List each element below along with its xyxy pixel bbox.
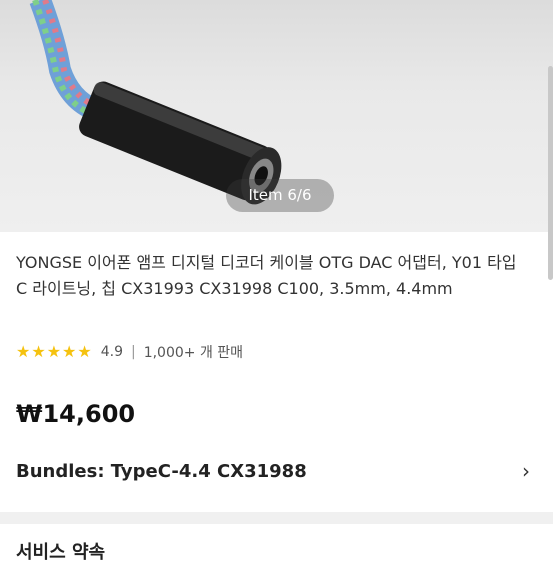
scrollbar[interactable]: [548, 66, 553, 280]
bundles-selector[interactable]: Bundles: TypeC-4.4 CX31988 ›: [16, 456, 536, 486]
image-counter-badge: Item 6/6: [226, 179, 334, 212]
chevron-right-icon: ›: [522, 459, 530, 483]
star-icon: ★: [46, 342, 62, 361]
rating-value: 4.9: [100, 344, 123, 360]
price: ₩14,600: [16, 400, 136, 428]
product-title: YONGSE 이어폰 앰프 디지털 디코더 케이블 OTG DAC 어댑터, Y…: [16, 253, 517, 298]
star-icon: ★: [31, 342, 46, 361]
rating-stars: ★ ★ ★ ★ ★: [16, 342, 93, 362]
service-promise-title: 서비스 약속: [16, 542, 106, 563]
product-image[interactable]: Item 6/6: [0, 0, 553, 232]
sold-count: 1,000+ 개 판매: [143, 345, 244, 361]
star-icon: ★: [77, 342, 92, 361]
section-divider: [0, 512, 553, 524]
rating-row[interactable]: ★ ★ ★ ★ ★ 4.9 | 1,000+ 개 판매: [16, 342, 243, 362]
cable-braid: [29, 0, 100, 121]
star-icon: ★: [62, 342, 77, 361]
star-icon: ★: [16, 342, 31, 361]
bundles-label: Bundles: TypeC-4.4 CX31988: [16, 460, 307, 482]
separator: |: [130, 344, 136, 360]
